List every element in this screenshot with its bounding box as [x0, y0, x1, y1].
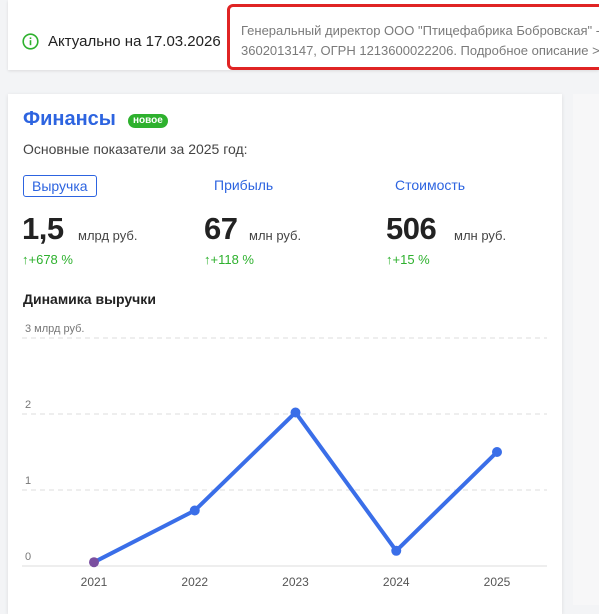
- director-description-link[interactable]: Генеральный директор ООО "Птицефабрика Б…: [227, 4, 599, 70]
- status-bar: Актуально на 17.03.2026 Генеральный дире…: [8, 0, 599, 70]
- data-point: [492, 447, 502, 457]
- x-tick-label: 2024: [383, 575, 410, 589]
- data-point: [391, 545, 402, 556]
- y-tick-label: 3 млрд руб.: [25, 323, 84, 335]
- x-tick-label: 2021: [81, 575, 108, 589]
- revenue-chart: 0 1 2 3 млрд руб. 2021 2022 2023 2024 2025: [22, 323, 547, 589]
- info-circle-icon: [22, 33, 39, 50]
- side-panel-edge: [573, 94, 599, 605]
- series-line: [92, 410, 499, 565]
- y-tick-label: 0: [25, 551, 31, 563]
- x-tick-label: 2022: [181, 575, 208, 589]
- finance-card: Финансы новое Основные показатели за 202…: [8, 94, 562, 614]
- data-point: [290, 407, 301, 418]
- description-line-2[interactable]: 3602013147, ОГРН 1213600022206. Подробно…: [241, 41, 599, 61]
- data-point: [89, 557, 99, 568]
- y-tick-label: 1: [25, 475, 31, 487]
- actuality-date: Актуально на 17.03.2026: [48, 33, 221, 50]
- x-tick-label: 2023: [282, 575, 309, 589]
- y-tick-label: 2: [25, 399, 31, 411]
- description-text[interactable]: Генеральный директор ООО "Птицефабрика Б…: [241, 21, 599, 61]
- description-line-1[interactable]: Генеральный директор ООО "Птицефабрика Б…: [241, 21, 599, 41]
- x-tick-label: 2025: [484, 575, 511, 589]
- data-point: [189, 505, 200, 516]
